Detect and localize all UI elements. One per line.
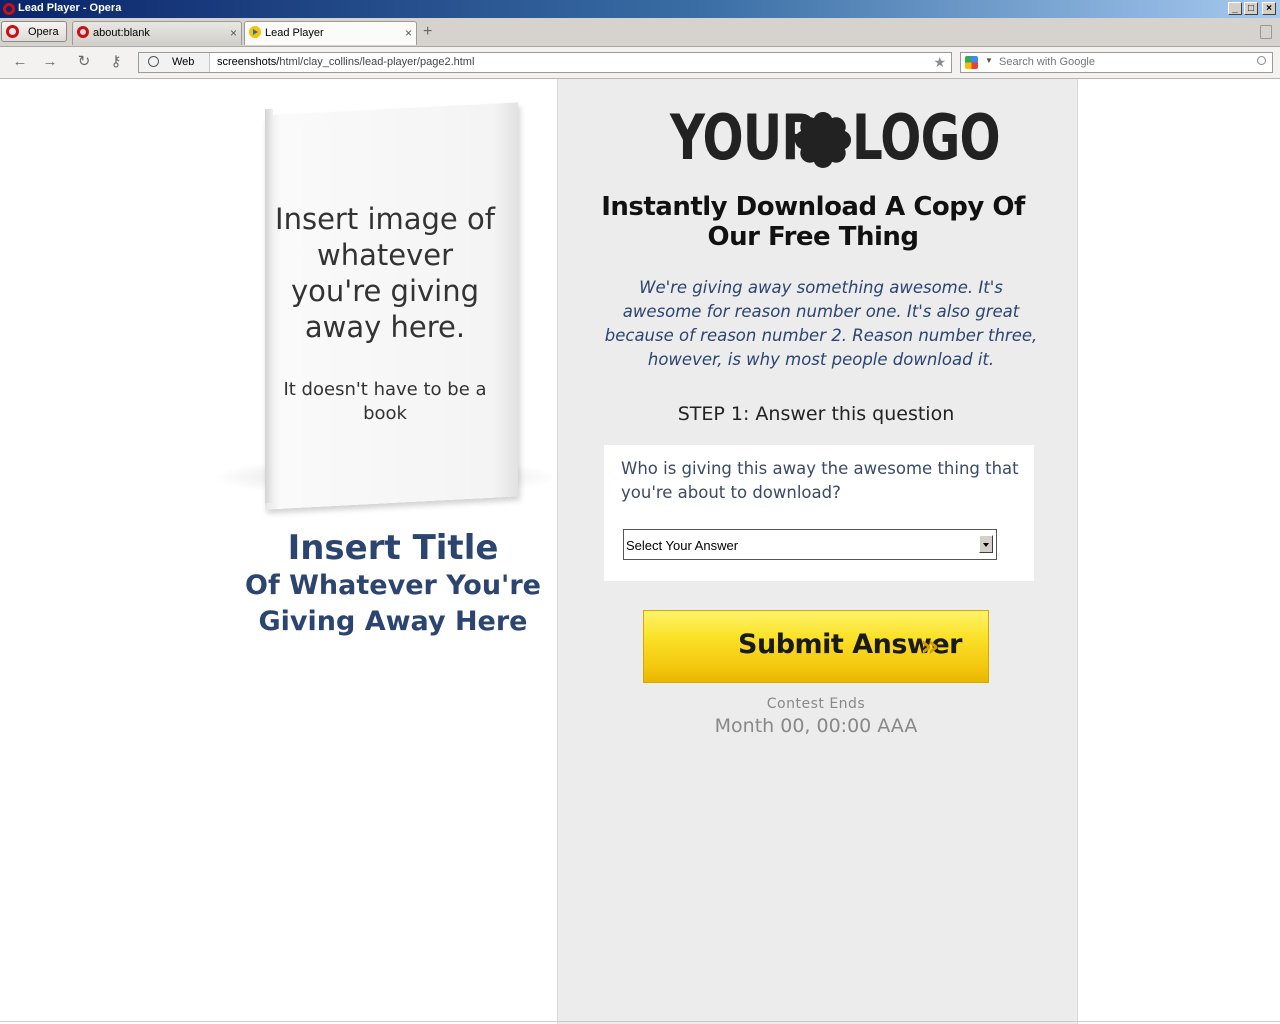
offer-title-line2: Of Whatever You're Giving Away Here (245, 570, 541, 637)
key-icon[interactable]: ⚷ (106, 53, 126, 71)
book-cover-text: Insert image of whatever you're giving a… (275, 202, 495, 344)
globe-icon (148, 56, 159, 67)
opera-menu-label: Opera (28, 26, 59, 38)
bookmark-star-icon[interactable]: ★ (933, 54, 946, 71)
tab-close-icon[interactable]: × (405, 26, 412, 40)
submit-answer-button[interactable]: Submit Answer » (643, 610, 989, 683)
url-path: html/clay_collins/lead-player/page2.html (279, 56, 475, 68)
double-chevron-right-icon: » (920, 629, 940, 664)
maximize-button[interactable]: □ (1244, 2, 1258, 15)
tab-label: Lead Player (265, 27, 324, 39)
page-bottom-divider (0, 1021, 1280, 1022)
chevron-down-icon[interactable] (979, 535, 993, 553)
opera-favicon-icon (77, 26, 89, 38)
book-cover-subtext: It doesn't have to be a book (283, 379, 487, 424)
web-badge[interactable]: Web (139, 53, 210, 72)
address-bar[interactable]: Web screenshots/html/clay_collins/lead-p… (138, 52, 952, 73)
minimize-button[interactable]: _ (1228, 2, 1242, 15)
search-icon[interactable] (1257, 56, 1266, 65)
new-tab-button[interactable]: + (423, 24, 432, 40)
tab-bar: Opera about:blank × Lead Player × + (0, 18, 1280, 47)
contest-ends-label: Contest Ends (766, 696, 866, 712)
tab-lead-player[interactable]: Lead Player × (244, 21, 417, 45)
search-box[interactable]: ▼ (960, 52, 1273, 73)
answer-select-value: Select Your Answer (626, 538, 739, 553)
trash-icon[interactable] (1260, 25, 1272, 39)
tab-about-blank[interactable]: about:blank × (72, 21, 242, 45)
submit-button-label: Submit Answer (738, 629, 962, 660)
reload-button[interactable]: ↻ (74, 53, 94, 71)
opera-logo-icon (3, 3, 15, 15)
forward-button[interactable]: → (40, 53, 60, 71)
search-engine-dropdown-icon[interactable]: ▼ (985, 56, 993, 65)
window-title: Lead Player - Opera (18, 2, 122, 14)
search-input[interactable] (999, 54, 1249, 70)
contest-end-date: Month 00, 00:00 AAA (714, 715, 918, 737)
tab-label: about:blank (93, 27, 150, 39)
opera-menu-button[interactable]: Opera (1, 21, 67, 42)
lead-player-favicon-icon (249, 26, 261, 38)
offer-description: We're giving away something awesome. It'… (604, 278, 1038, 369)
web-badge-label: Web (172, 56, 195, 68)
question-text: Who is giving this away the awesome thin… (621, 459, 1019, 502)
question-box: Who is giving this away the awesome thin… (604, 445, 1034, 581)
url-text[interactable]: screenshots/html/clay_collins/lead-playe… (217, 56, 474, 68)
opera-logo-icon (6, 25, 19, 38)
offer-title-line1: Insert Title (287, 528, 499, 568)
close-window-button[interactable]: × (1262, 2, 1276, 15)
tab-close-icon[interactable]: × (230, 26, 237, 40)
logo-flower-icon (794, 111, 852, 169)
back-button[interactable]: ← (10, 53, 30, 71)
navigation-bar: ← → ↻ ⚷ Web screenshots/html/clay_collin… (0, 47, 1280, 79)
url-prefix: screenshots/ (217, 56, 280, 68)
answer-select[interactable]: Select Your Answer (623, 529, 997, 560)
step-label: STEP 1: Answer this question (677, 403, 955, 425)
headline: Instantly Download A Copy Of Our Free Th… (601, 192, 1025, 252)
google-icon (965, 56, 978, 69)
logo-text-right: LOGO (852, 101, 1001, 174)
page-content: Insert image of whatever you're giving a… (0, 79, 1280, 1024)
window-title-bar: Lead Player - Opera _ □ × (0, 0, 1280, 18)
